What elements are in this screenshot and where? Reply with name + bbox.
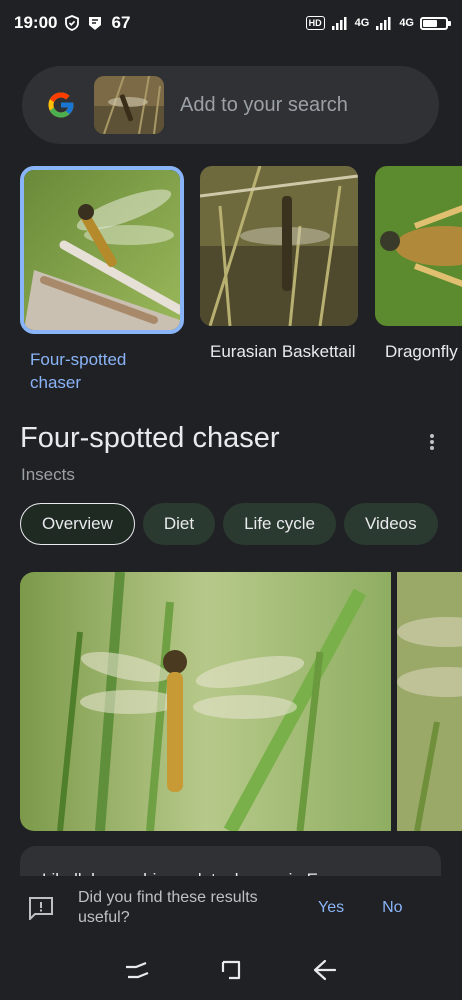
related-card-image[interactable] [200,166,358,326]
related-card-image[interactable] [375,166,462,326]
home-icon[interactable] [217,956,245,984]
feedback-bar: Did you find these results useful? Yes N… [0,876,462,940]
entity-main-image[interactable] [20,572,391,831]
notification-count: 67 [111,13,131,32]
entity-secondary-image[interactable] [397,572,462,831]
feedback-question: Did you find these results useful? [78,889,258,926]
related-card-image[interactable] [20,166,184,334]
network-type-2: 4G [399,17,414,29]
tab-videos[interactable]: Videos [343,503,438,545]
search-image-thumbnail[interactable] [94,76,164,134]
clock: 19:00 [14,13,58,32]
app-notification-icon [87,15,103,31]
signal-icon [375,16,393,30]
battery-icon [420,16,451,30]
network-type-1: 4G [354,17,370,29]
more-options-icon[interactable] [424,430,440,454]
search-input-placeholder[interactable]: Add to your search [180,94,348,117]
related-card-label[interactable]: Dragonfly [375,340,462,363]
recent-apps-icon[interactable] [123,956,151,984]
hd-voice-icon: HD [305,16,325,30]
related-entities-carousel[interactable]: Four-spotted chaser Eurasian Baskettail … [20,166,462,391]
entity-subtitle: Insects [21,465,75,484]
status-bar: 19:00 67 HD 4G 4G [0,0,462,46]
feedback-yes-button[interactable]: Yes [318,899,344,917]
tab-overview[interactable]: Overview [20,503,135,545]
related-card-label[interactable]: Eurasian Baskettail [200,340,358,363]
tab-diet[interactable]: Diet [142,503,216,545]
google-logo-icon[interactable] [46,90,76,120]
related-card-four-spotted-chaser[interactable]: Four-spotted chaser [20,166,184,391]
search-bar[interactable]: Add to your search [22,66,439,144]
feedback-no-button[interactable]: No [382,899,402,917]
tab-life-cycle[interactable]: Life cycle [223,503,336,545]
back-icon[interactable] [311,956,339,984]
feedback-icon [29,897,53,920]
related-card-label[interactable]: Four-spotted chaser [20,348,178,391]
entity-tabs: Overview Diet Life cycle Videos [20,503,462,545]
shield-icon [65,15,80,31]
signal-icon [331,16,349,30]
entity-title: Four-spotted chaser [20,422,280,454]
system-navigation-bar [0,940,462,1000]
entity-image-strip[interactable] [20,572,462,831]
related-card-eurasian-baskettail[interactable]: Eurasian Baskettail [200,166,358,363]
related-card-dragonfly[interactable]: Dragonfly [375,166,462,363]
